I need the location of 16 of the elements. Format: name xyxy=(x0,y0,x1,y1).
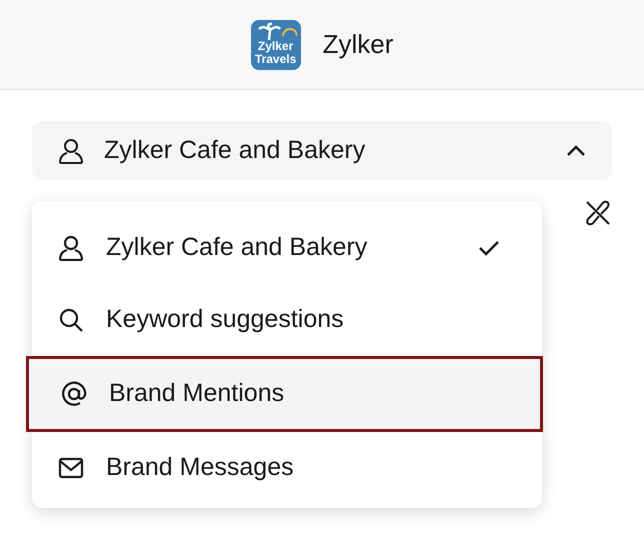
unlink-icon[interactable] xyxy=(584,199,612,227)
at-sign-icon xyxy=(61,381,87,407)
user-icon xyxy=(58,235,84,261)
palm-and-sun-drawing xyxy=(256,22,297,40)
caret-icon xyxy=(566,144,586,156)
search-icon xyxy=(58,307,84,333)
menu-item[interactable]: Brand Mentions xyxy=(26,356,543,432)
logo-text: Travels xyxy=(254,52,296,66)
menu-item[interactable]: Keyword suggestions xyxy=(32,284,542,356)
app-title: Zylker xyxy=(322,28,394,61)
account-dropdown[interactable]: Zylker Cafe and Bakery xyxy=(32,121,612,180)
menu-item[interactable]: Zylker Cafe and Bakery xyxy=(32,212,542,284)
menu-item[interactable]: Brand Messages xyxy=(32,432,542,504)
mail-icon xyxy=(58,455,84,481)
user-icon xyxy=(58,138,84,164)
logo-text: Zylker xyxy=(258,40,294,52)
